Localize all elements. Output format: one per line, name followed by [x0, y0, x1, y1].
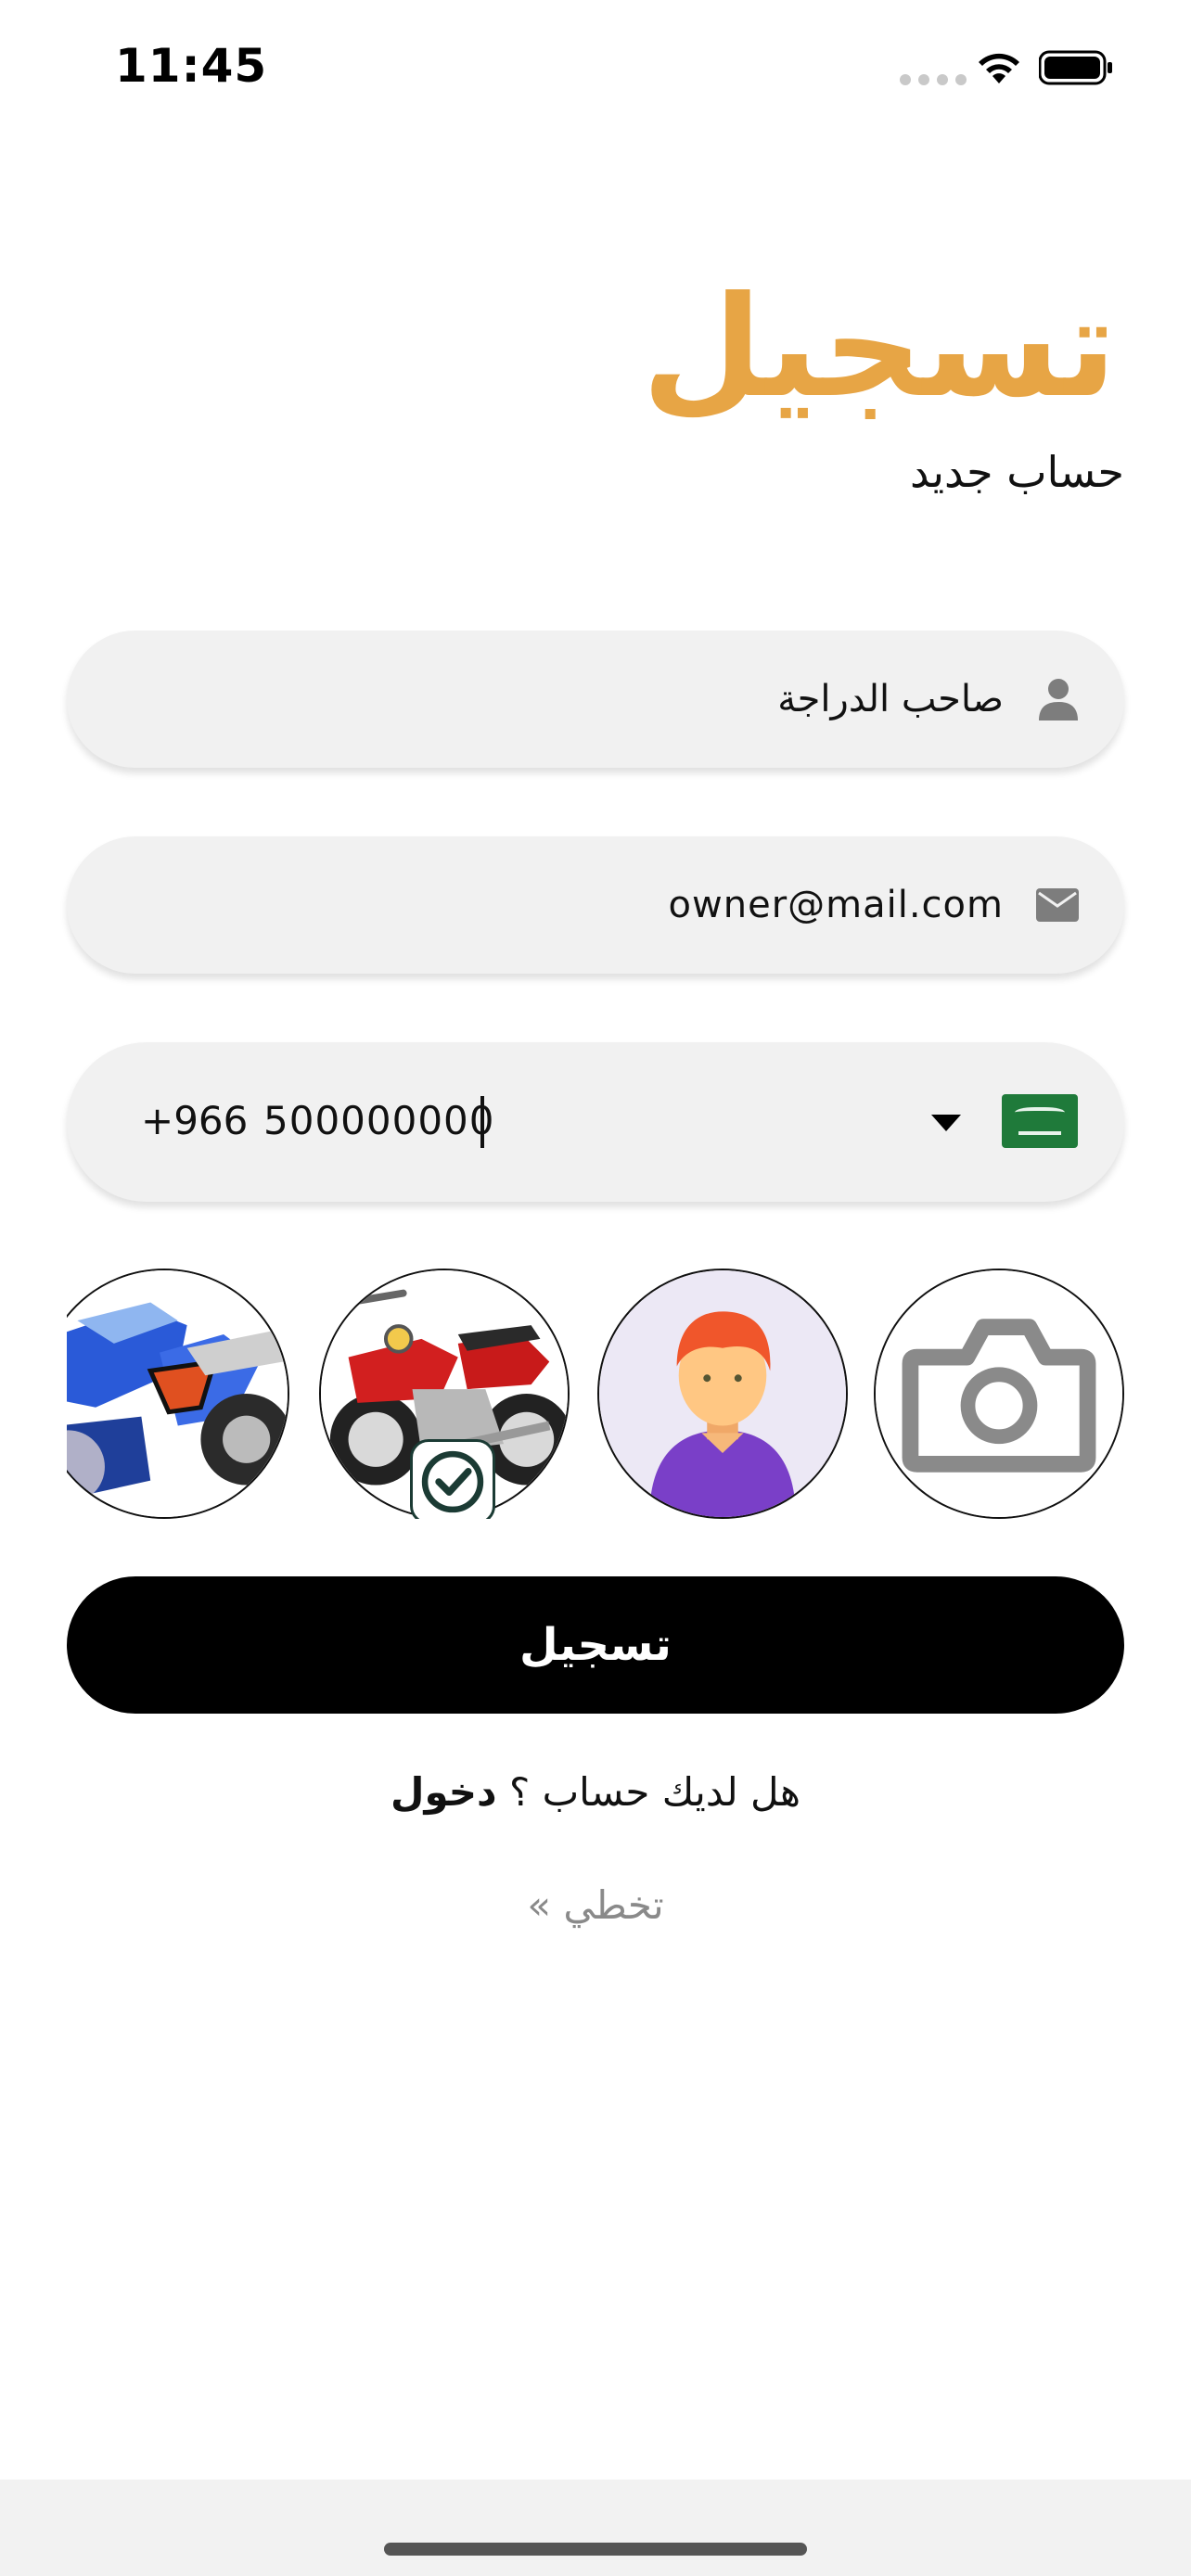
saudi-arabia-flag-icon[interactable]: [1002, 1094, 1078, 1148]
skip-button[interactable]: تخطي »: [0, 1882, 1191, 1928]
login-link[interactable]: دخول: [391, 1769, 497, 1815]
status-bar: 11:45: [0, 0, 1191, 130]
text-cursor: [480, 1096, 484, 1148]
register-button[interactable]: تسجيل: [67, 1576, 1124, 1714]
have-account-text: هل لديك حساب ؟: [508, 1769, 800, 1815]
selected-check-badge: [410, 1439, 495, 1519]
register-screen: 11:45 تسجيل حساب جديد صاحب الدراجة owner…: [0, 0, 1191, 2576]
chevron-down-icon[interactable]: [931, 1115, 961, 1131]
login-prompt: هل لديك حساب ؟ دخول: [0, 1769, 1191, 1815]
status-time: 11:45: [115, 39, 268, 93]
wifi-icon: [979, 53, 1019, 83]
page-subtitle: حساب جديد: [910, 447, 1124, 497]
email-field[interactable]: owner@mail.com: [67, 836, 1124, 974]
name-field[interactable]: صاحب الدراجة: [67, 631, 1124, 768]
person-icon: [1039, 679, 1078, 721]
avatar-option-person[interactable]: [597, 1269, 848, 1519]
page-title: تسجيل: [641, 267, 1117, 428]
avatar-option-camera[interactable]: [874, 1269, 1124, 1519]
bottom-bar: [0, 2480, 1191, 2576]
phone-field[interactable]: +966 500000000: [67, 1042, 1124, 1202]
avatar-picker[interactable]: [67, 1269, 1124, 1519]
name-input[interactable]: صاحب الدراجة: [777, 678, 1004, 721]
battery-icon: [1039, 50, 1112, 85]
blue-motorcycle-image: [67, 1270, 288, 1517]
cellular-signal-icon: [900, 74, 967, 85]
home-indicator[interactable]: [384, 2543, 807, 2556]
country-code: +966: [141, 1098, 249, 1143]
mail-icon: [1036, 888, 1079, 922]
camera-icon: [876, 1270, 1122, 1517]
avatar-option-blue-motorcycle[interactable]: [67, 1269, 289, 1519]
person-avatar-image: [599, 1270, 846, 1517]
email-input[interactable]: owner@mail.com: [669, 884, 1004, 926]
phone-input[interactable]: 500000000: [263, 1098, 495, 1143]
checkmark-icon: [421, 1450, 484, 1513]
